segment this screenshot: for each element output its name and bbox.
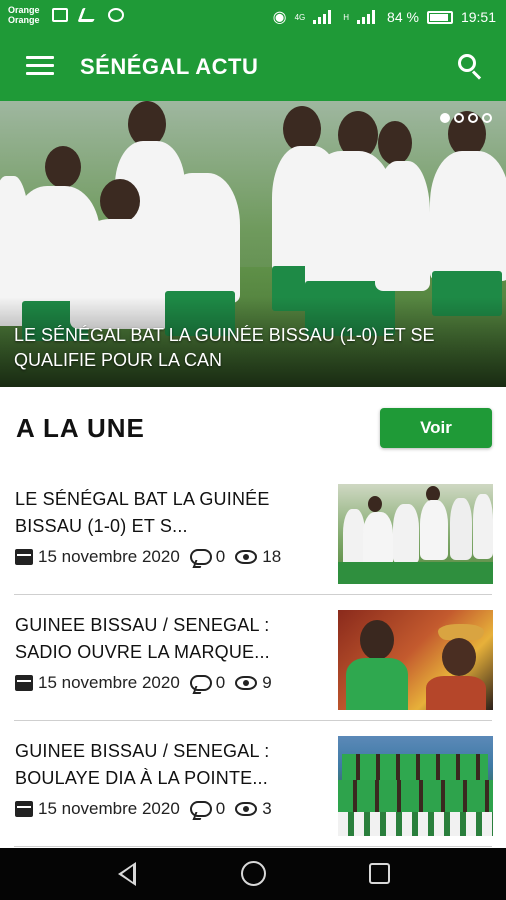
view-count: 3: [262, 799, 272, 818]
battery-percent: 84 %: [387, 9, 419, 25]
comment-count: 0: [215, 547, 226, 566]
carousel-dot[interactable]: [482, 113, 492, 123]
signal-icon-2: [357, 10, 379, 24]
calendar-icon: [15, 801, 33, 817]
article-title: GUINEE BISSAU / SENEGAL : SADIO OUVRE LA…: [15, 615, 270, 662]
carrier-label: Orange Orange: [8, 5, 40, 25]
carrier-name-2: Orange: [8, 15, 40, 25]
system-navigation-bar: [0, 848, 506, 900]
comment-count: 0: [215, 673, 226, 692]
hamburger-menu-icon[interactable]: [26, 56, 54, 76]
comment-count: 0: [215, 799, 226, 818]
clock: 19:51: [460, 9, 496, 25]
carousel-dot[interactable]: [440, 113, 450, 123]
article-meta: 15 novembre 2020 0 3: [15, 799, 272, 819]
views-eye-icon: [235, 550, 258, 564]
calendar-icon: [15, 675, 33, 691]
hero-player-figure: [378, 121, 412, 165]
back-icon[interactable]: [118, 862, 136, 886]
section-title: A LA UNE: [16, 413, 145, 443]
signal-icon-1: [313, 10, 335, 24]
article-thumbnail: [338, 484, 493, 584]
carrier-name-1: Orange: [8, 5, 40, 15]
article-date: 15 novembre 2020: [38, 799, 180, 818]
article-item[interactable]: GUINEE BISSAU / SENEGAL : SADIO OUVRE LA…: [0, 594, 506, 721]
comment-icon: [189, 549, 212, 565]
network-type-1: 4G: [294, 12, 306, 22]
network-type-2: H: [343, 12, 350, 22]
article-date: 15 novembre 2020: [38, 547, 180, 566]
article-thumbnail: [338, 610, 493, 710]
article-meta: 15 novembre 2020 0 9: [15, 673, 272, 693]
battery-icon: [426, 10, 453, 24]
carousel-indicators: [440, 113, 492, 123]
app-title: SÉNÉGAL ACTU: [80, 54, 259, 79]
hero-player-figure: [160, 173, 240, 303]
comment-icon: [189, 801, 212, 817]
views-eye-icon: [235, 676, 258, 690]
article-date: 15 novembre 2020: [38, 673, 180, 692]
hotspot-icon: ◉: [272, 9, 287, 26]
article-item[interactable]: LE SÉNÉGAL BAT LA GUINÉE BISSAU (1-0) ET…: [0, 468, 506, 595]
hero-player-figure: [430, 151, 506, 281]
hero-player-figure: [375, 161, 430, 291]
search-icon[interactable]: [456, 52, 484, 80]
article-title: LE SÉNÉGAL BAT LA GUINÉE BISSAU (1-0) ET…: [15, 489, 270, 536]
app-bar: SÉNÉGAL ACTU: [0, 32, 506, 101]
article-title: GUINEE BISSAU / SENEGAL : BOULAYE DIA À …: [15, 741, 270, 788]
carousel-dot[interactable]: [454, 113, 464, 123]
home-icon[interactable]: [241, 861, 266, 886]
download-notification-icon: [77, 8, 99, 22]
list-divider: [14, 846, 492, 847]
calendar-icon: [15, 549, 33, 565]
app-notification-icon: [108, 8, 124, 22]
carousel-dot[interactable]: [468, 113, 478, 123]
article-item[interactable]: GUINEE BISSAU / SENEGAL : BOULAYE DIA À …: [0, 720, 506, 847]
voir-button[interactable]: Voir: [380, 408, 492, 448]
article-meta: 15 novembre 2020 0 18: [15, 547, 281, 567]
recent-apps-icon[interactable]: [369, 863, 390, 884]
view-count: 18: [262, 547, 282, 566]
image-notification-icon: [52, 8, 68, 22]
status-bar: Orange Orange ◉ 4G H 84 % 19:51: [0, 0, 506, 32]
comment-icon: [189, 675, 212, 691]
hero-player-figure: [45, 146, 81, 188]
hero-player-figure: [100, 179, 140, 223]
view-count: 9: [262, 673, 272, 692]
status-right: ◉ 4G H 84 % 19:51: [273, 7, 496, 27]
hero-headline: LE SÉNÉGAL BAT LA GUINÉE BISSAU (1-0) ET…: [14, 325, 435, 370]
notification-icons: [52, 8, 124, 22]
article-thumbnail: [338, 736, 493, 836]
hero-carousel[interactable]: LE SÉNÉGAL BAT LA GUINÉE BISSAU (1-0) ET…: [0, 101, 506, 387]
views-eye-icon: [235, 802, 258, 816]
